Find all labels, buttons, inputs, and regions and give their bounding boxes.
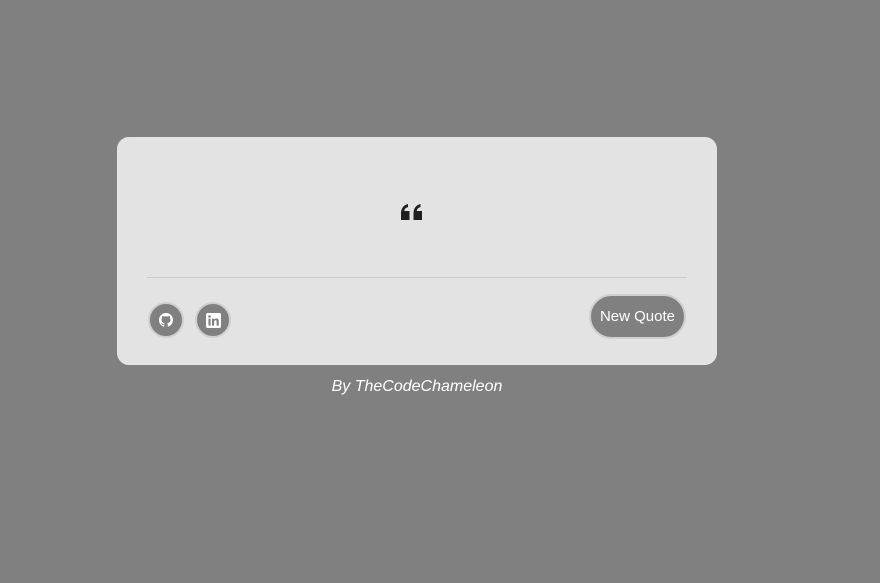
linkedin-icon <box>205 312 221 328</box>
new-quote-button[interactable]: New Quote <box>589 294 686 339</box>
github-button[interactable] <box>148 302 184 338</box>
author-credit: By TheCodeChameleon <box>331 378 503 395</box>
quote-left-icon <box>401 204 422 220</box>
quote-area <box>147 137 687 277</box>
divider <box>147 277 687 278</box>
github-icon <box>159 313 173 327</box>
linkedin-button[interactable] <box>195 302 231 338</box>
quote-card: New Quote <box>117 137 717 365</box>
